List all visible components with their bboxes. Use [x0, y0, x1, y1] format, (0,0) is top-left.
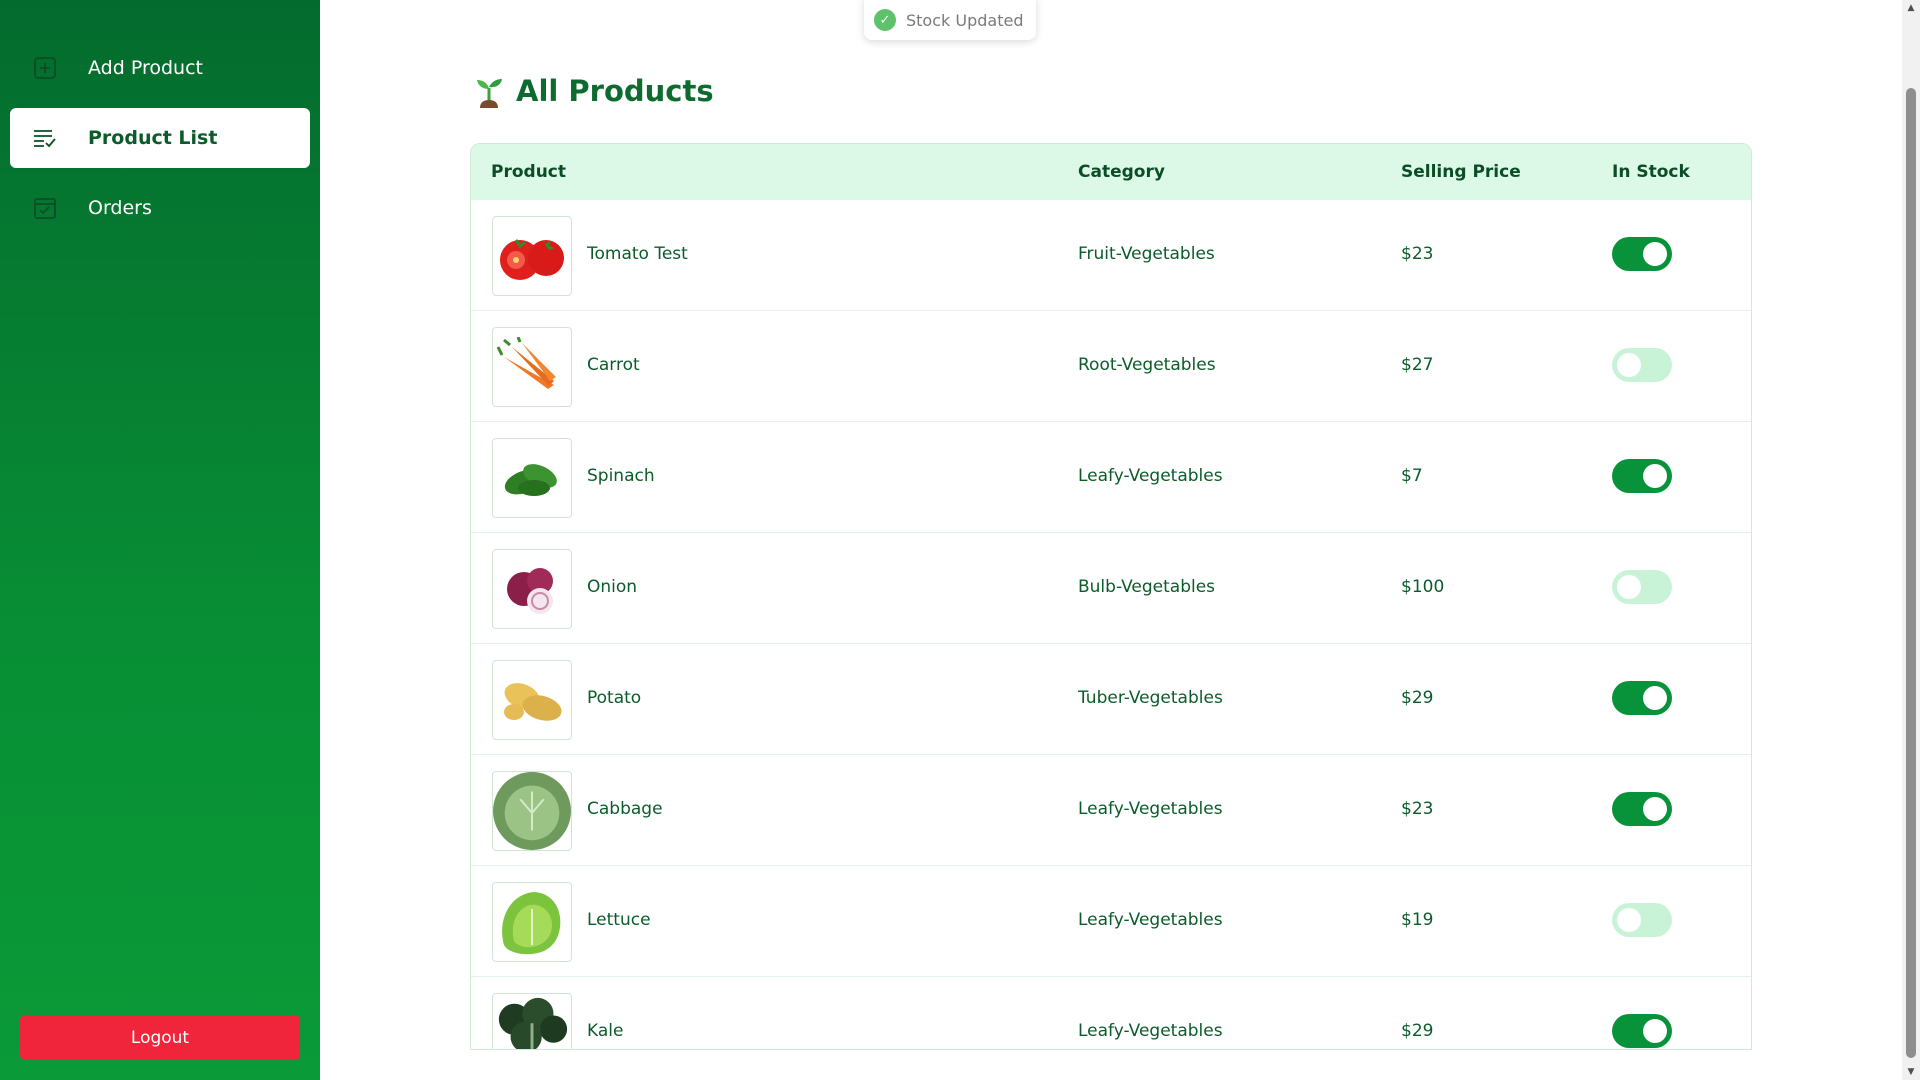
product-category: Leafy-Vegetables — [1078, 799, 1223, 819]
product-category: Leafy-Vegetables — [1078, 910, 1223, 930]
product-category: Root-Vegetables — [1078, 355, 1216, 375]
product-category: Tuber-Vegetables — [1078, 688, 1223, 708]
in-stock-toggle[interactable] — [1612, 459, 1672, 493]
calendar-check-icon — [32, 195, 58, 221]
product-price: $29 — [1401, 1021, 1434, 1041]
product-image-kale — [492, 993, 572, 1049]
product-price: $23 — [1401, 799, 1434, 819]
table-row: Tomato Test Fruit-Vegetables $23 — [471, 200, 1751, 311]
table-row: Spinach Leafy-Vegetables $7 — [471, 422, 1751, 533]
scrollbar[interactable]: ▲ ▼ — [1902, 0, 1920, 1080]
in-stock-toggle[interactable] — [1612, 1014, 1672, 1048]
toggle-knob — [1617, 353, 1641, 377]
add-box-icon — [32, 55, 58, 81]
toggle-knob — [1643, 797, 1667, 821]
check-circle-icon: ✓ — [874, 9, 896, 31]
toggle-knob — [1643, 1019, 1667, 1043]
table-row: Lettuce Leafy-Vegetables $19 — [471, 866, 1751, 977]
product-image-cabbage — [492, 771, 572, 851]
in-stock-toggle[interactable] — [1612, 237, 1672, 271]
in-stock-toggle[interactable] — [1612, 681, 1672, 715]
logout-button[interactable]: Logout — [20, 1015, 300, 1060]
toggle-knob — [1643, 686, 1667, 710]
scroll-down-arrow-icon[interactable]: ▼ — [1905, 1066, 1917, 1078]
product-category: Leafy-Vegetables — [1078, 1021, 1223, 1041]
toggle-knob — [1617, 908, 1641, 932]
product-price: $19 — [1401, 910, 1434, 930]
product-price: $23 — [1401, 244, 1434, 264]
toggle-knob — [1617, 575, 1641, 599]
product-category: Fruit-Vegetables — [1078, 244, 1215, 264]
toast-text: Stock Updated — [906, 10, 1024, 30]
product-price: $100 — [1401, 577, 1445, 597]
column-header-in-stock: In Stock — [1612, 162, 1690, 182]
table-row: Onion Bulb-Vegetables $100 — [471, 533, 1751, 644]
table-header: Product Category Selling Price In Stock — [471, 144, 1751, 200]
sidebar-item-add-product[interactable]: Add Product — [10, 38, 310, 98]
list-check-icon — [32, 125, 58, 151]
product-name: Potato — [587, 688, 642, 708]
sidebar-item-product-list[interactable]: Product List — [10, 108, 310, 168]
table-row: Cabbage Leafy-Vegetables $23 — [471, 755, 1751, 866]
table-row: Kale Leafy-Vegetables $29 — [471, 977, 1751, 1049]
scrollbar-thumb[interactable] — [1906, 88, 1916, 1058]
product-name: Spinach — [587, 466, 655, 486]
product-image-potato — [492, 660, 572, 740]
sidebar: Add Product Product List Orders Logout — [0, 0, 320, 1080]
product-price: $27 — [1401, 355, 1434, 375]
product-price: $7 — [1401, 466, 1423, 486]
product-image-tomato — [492, 216, 572, 296]
scroll-up-arrow-icon[interactable]: ▲ — [1905, 2, 1917, 14]
column-header-product: Product — [491, 162, 566, 182]
product-name: Tomato Test — [587, 244, 688, 264]
product-name: Kale — [587, 1021, 624, 1041]
table-row: Carrot Root-Vegetables $27 — [471, 311, 1751, 422]
toggle-knob — [1643, 242, 1667, 266]
toggle-knob — [1643, 464, 1667, 488]
in-stock-toggle[interactable] — [1612, 570, 1672, 604]
in-stock-toggle[interactable] — [1612, 348, 1672, 382]
product-category: Leafy-Vegetables — [1078, 466, 1223, 486]
sprout-icon — [472, 74, 506, 108]
sidebar-item-orders[interactable]: Orders — [10, 178, 310, 238]
table-row: Potato Tuber-Vegetables $29 — [471, 644, 1751, 755]
page-title-text: All Products — [516, 74, 714, 108]
toast-notification: ✓ Stock Updated — [864, 0, 1036, 40]
product-category: Bulb-Vegetables — [1078, 577, 1216, 597]
in-stock-toggle[interactable] — [1612, 792, 1672, 826]
in-stock-toggle[interactable] — [1612, 903, 1672, 937]
product-image-lettuce — [492, 882, 572, 962]
sidebar-item-label: Add Product — [88, 57, 203, 79]
sidebar-item-label: Product List — [88, 127, 218, 149]
product-name: Onion — [587, 577, 638, 597]
product-image-spinach — [492, 438, 572, 518]
product-price: $29 — [1401, 688, 1434, 708]
product-name: Cabbage — [587, 799, 663, 819]
page-title: All Products — [472, 74, 714, 108]
product-name: Carrot — [587, 355, 640, 375]
product-image-onion — [492, 549, 572, 629]
sidebar-item-label: Orders — [88, 197, 152, 219]
product-name: Lettuce — [587, 910, 651, 930]
column-header-category: Category — [1078, 162, 1165, 182]
product-image-carrot — [492, 327, 572, 407]
products-table: Product Category Selling Price In Stock … — [470, 143, 1752, 1050]
column-header-price: Selling Price — [1401, 162, 1521, 182]
